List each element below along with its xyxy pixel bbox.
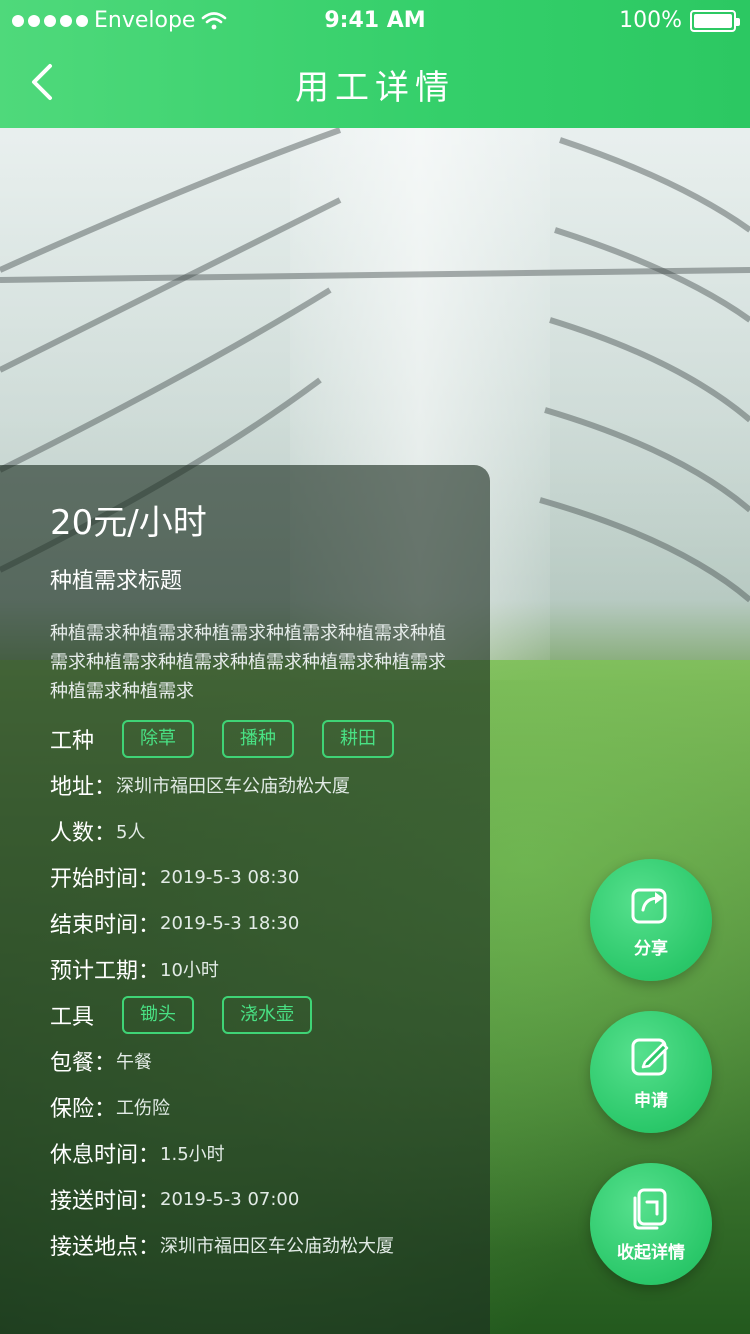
start-time-value: 2019-5-3 08:30 bbox=[160, 866, 300, 888]
price: 20元/小时 bbox=[50, 503, 207, 543]
insurance-row: 保险： 工伤险 bbox=[50, 1084, 490, 1130]
work-type-tag[interactable]: 耕田 bbox=[322, 720, 395, 758]
job-title: 种植需求标题 bbox=[50, 569, 183, 594]
address-label: 地址： bbox=[50, 775, 117, 800]
headcount-label: 人数： bbox=[50, 821, 117, 846]
share-button[interactable]: 分享 bbox=[590, 859, 712, 981]
meals-value: 午餐 bbox=[116, 1052, 153, 1073]
duration-row: 预计工期： 10小时 bbox=[50, 946, 490, 992]
pickup-place-label: 接送地点： bbox=[50, 1235, 161, 1260]
end-time-value: 2019-5-3 18:30 bbox=[160, 912, 300, 934]
edit-icon bbox=[631, 1038, 669, 1075]
detail-rows: 工种 除草 播种 耕田 地址： 深圳市福田区车公庙劲松大厦 人数： 5人 开始时… bbox=[50, 716, 490, 1268]
work-type-tag[interactable]: 除草 bbox=[122, 720, 195, 758]
nav-bar: 用工详情 bbox=[0, 40, 750, 128]
tool-tag[interactable]: 浇水壶 bbox=[222, 996, 313, 1034]
apply-label: 申请 bbox=[634, 1090, 668, 1111]
pickup-time-value: 2019-5-3 07:00 bbox=[160, 1188, 300, 1210]
end-time-label: 结束时间： bbox=[50, 913, 161, 938]
work-type-tags: 除草 播种 耕田 bbox=[122, 720, 395, 758]
pickup-time-row: 接送时间： 2019-5-3 07:00 bbox=[50, 1176, 490, 1222]
status-bar: Envelope 9:41 AM 100% bbox=[0, 0, 750, 40]
end-time-row: 结束时间： 2019-5-3 18:30 bbox=[50, 900, 490, 946]
pickup-place-value: 深圳市福田区车公庙劲松大厦 bbox=[160, 1236, 395, 1257]
rest-time-row: 休息时间： 1.5小时 bbox=[50, 1130, 490, 1176]
work-type-tag[interactable]: 播种 bbox=[222, 720, 295, 758]
work-type-label: 工种 bbox=[50, 729, 95, 754]
navigation-header: Envelope 9:41 AM 100% 用工详情 bbox=[0, 0, 750, 128]
battery-percentage: 100% bbox=[619, 8, 682, 33]
duration-label: 预计工期： bbox=[50, 959, 161, 984]
tools-row: 工具 锄头 浇水壶 bbox=[50, 992, 490, 1038]
pickup-place-row: 接送地点： 深圳市福田区车公庙劲松大厦 bbox=[50, 1222, 490, 1268]
job-description: 种植需求种植需求种植需求种植需求种植需求种植需求种植需求种植需求种植需求种植需求… bbox=[50, 623, 446, 702]
pickup-time-label: 接送时间： bbox=[50, 1189, 161, 1214]
work-type-row: 工种 除草 播种 耕田 bbox=[50, 716, 490, 762]
insurance-value: 工伤险 bbox=[116, 1098, 171, 1119]
start-time-label: 开始时间： bbox=[50, 867, 161, 892]
collapse-details-button[interactable]: 收起详情 bbox=[590, 1163, 712, 1285]
headcount-row: 人数： 5人 bbox=[50, 808, 490, 854]
start-time-row: 开始时间： 2019-5-3 08:30 bbox=[50, 854, 490, 900]
address-row: 地址： 深圳市福田区车公庙劲松大厦 bbox=[50, 762, 490, 808]
duration-value: 10小时 bbox=[160, 960, 219, 981]
job-detail-card: 20元/小时 种植需求标题 种植需求种植需求种植需求种植需求种植需求种植需求种植… bbox=[0, 465, 490, 1334]
tools-label: 工具 bbox=[50, 1005, 95, 1030]
meals-row: 包餐： 午餐 bbox=[50, 1038, 490, 1084]
address-value: 深圳市福田区车公庙劲松大厦 bbox=[116, 776, 351, 797]
rest-time-label: 休息时间： bbox=[50, 1143, 161, 1168]
apply-button[interactable]: 申请 bbox=[590, 1011, 712, 1133]
meals-label: 包餐： bbox=[50, 1051, 117, 1076]
status-right: 100% bbox=[619, 8, 740, 33]
rest-time-value: 1.5小时 bbox=[160, 1144, 225, 1165]
tool-tag[interactable]: 锄头 bbox=[122, 996, 195, 1034]
battery-icon bbox=[690, 9, 740, 32]
headcount-value: 5人 bbox=[116, 822, 146, 843]
tools-tags: 锄头 浇水壶 bbox=[122, 996, 313, 1034]
share-label: 分享 bbox=[634, 938, 668, 959]
share-icon bbox=[631, 888, 667, 923]
collapse-icon bbox=[633, 1188, 667, 1229]
collapse-details-label: 收起详情 bbox=[617, 1242, 685, 1263]
insurance-label: 保险： bbox=[50, 1097, 117, 1122]
page-title: 用工详情 bbox=[295, 68, 455, 108]
